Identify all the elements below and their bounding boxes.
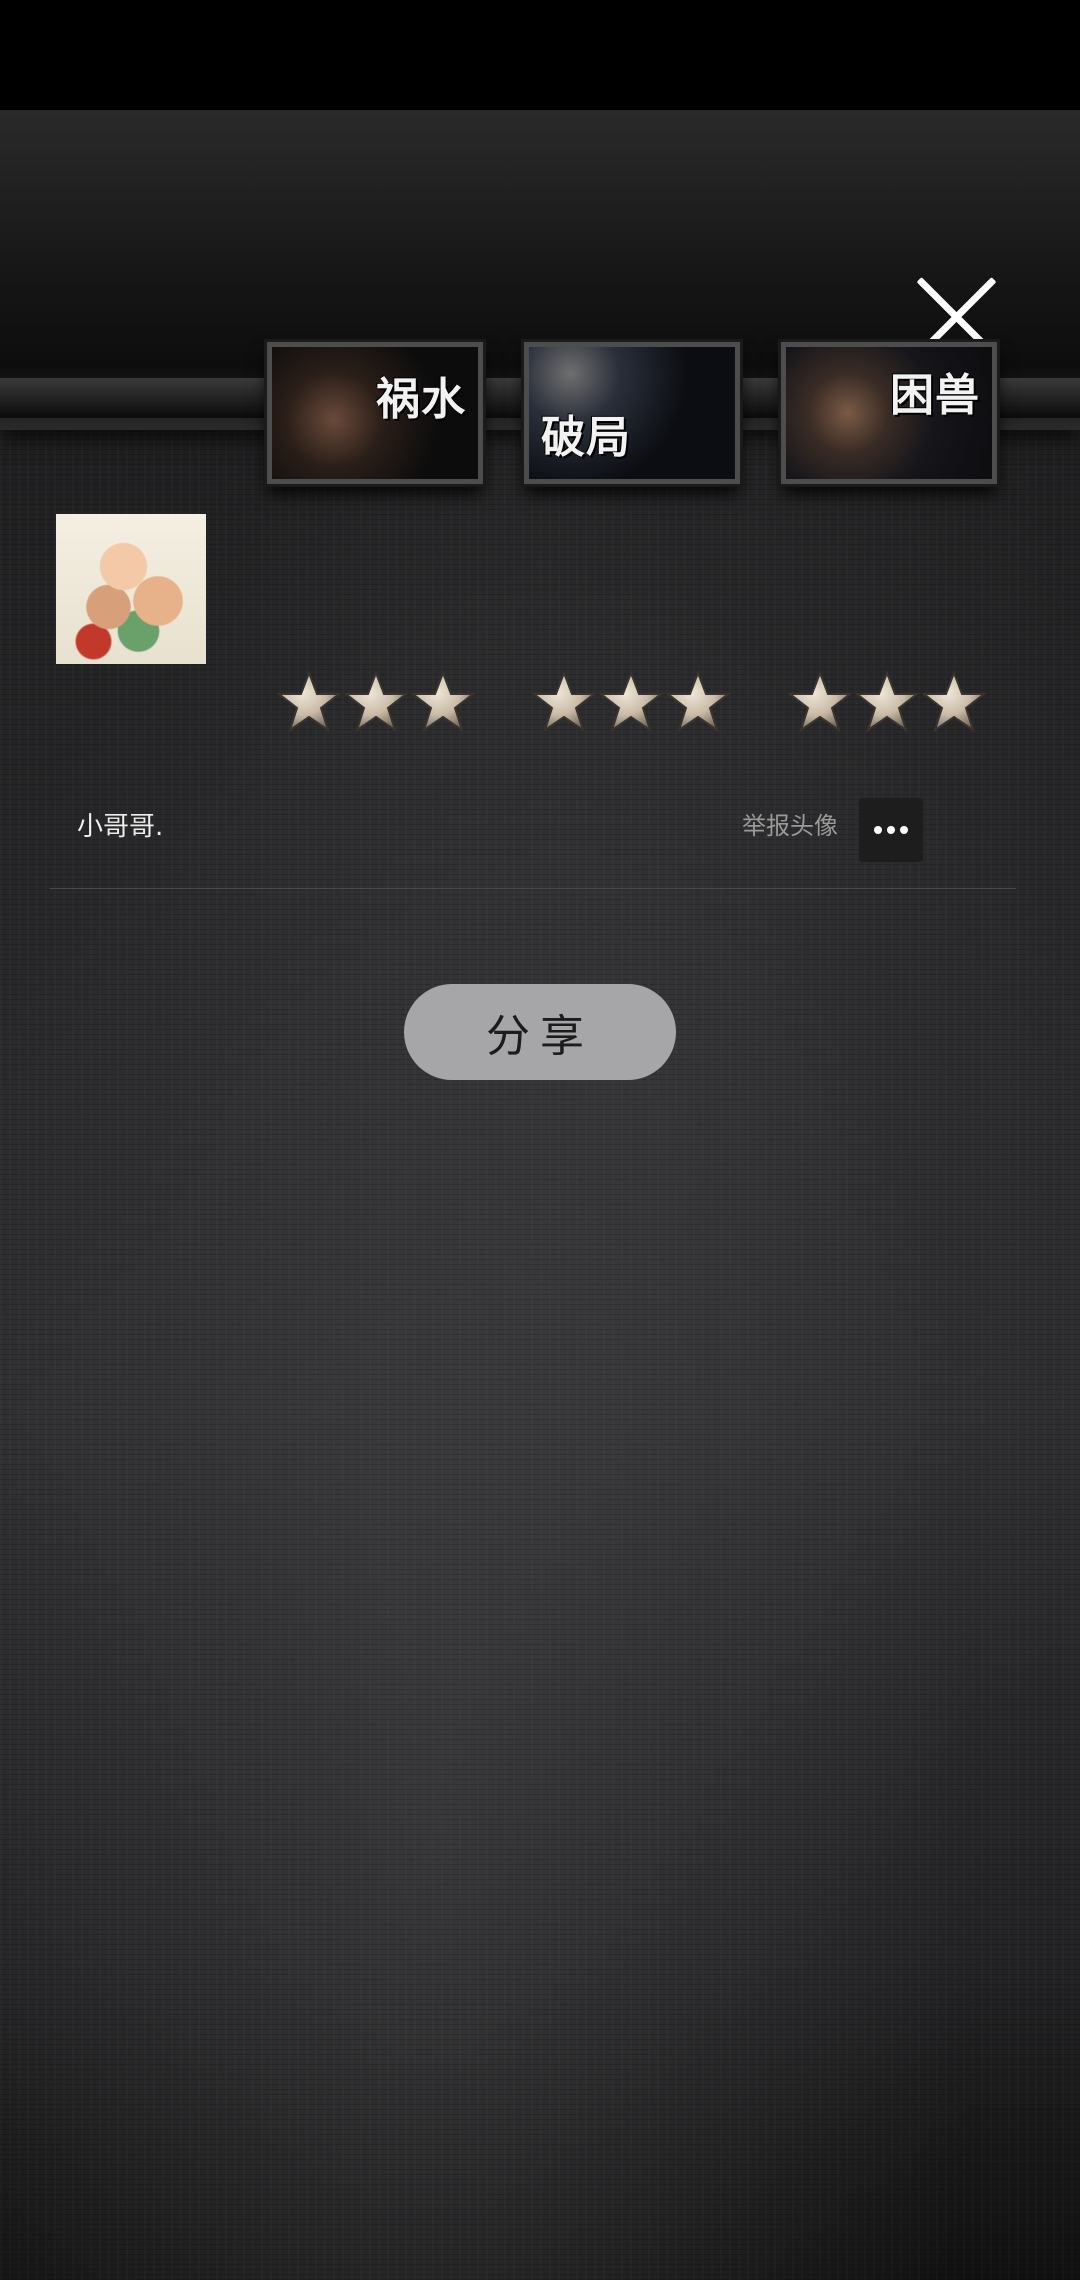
level-stars-3 xyxy=(787,670,987,740)
username: 小哥哥. xyxy=(77,812,164,842)
level-title-2: 破局 xyxy=(541,412,631,463)
more-dots-icon xyxy=(887,826,895,834)
level-stars-1 xyxy=(276,670,476,740)
star-icon xyxy=(665,670,731,733)
level-card-1[interactable]: 祸水 xyxy=(267,342,483,484)
share-button[interactable]: 分享 xyxy=(404,984,676,1080)
star-icon xyxy=(531,670,597,733)
level-card-2[interactable]: 破局 xyxy=(524,342,740,484)
level-title-1: 祸水 xyxy=(376,374,466,425)
star-icon xyxy=(854,670,920,733)
star-icon xyxy=(787,670,853,733)
level-title-3: 困兽 xyxy=(890,370,980,421)
more-options-button[interactable] xyxy=(859,798,923,862)
level-card-3[interactable]: 困兽 xyxy=(781,342,997,484)
star-icon xyxy=(410,670,476,733)
star-icon xyxy=(598,670,664,733)
more-dots-icon xyxy=(874,826,882,834)
star-icon xyxy=(276,670,342,733)
result-screen: 祸水 破局 困兽 小哥哥. 举报头像 分享 xyxy=(0,110,1080,2280)
star-icon xyxy=(343,670,409,733)
status-bar xyxy=(0,0,1080,110)
star-icon xyxy=(921,670,987,733)
level-stars-2 xyxy=(531,670,731,740)
divider xyxy=(50,888,1016,889)
report-avatar-link[interactable]: 举报头像 xyxy=(742,806,838,841)
more-dots-icon xyxy=(900,826,908,834)
avatar xyxy=(56,514,206,664)
